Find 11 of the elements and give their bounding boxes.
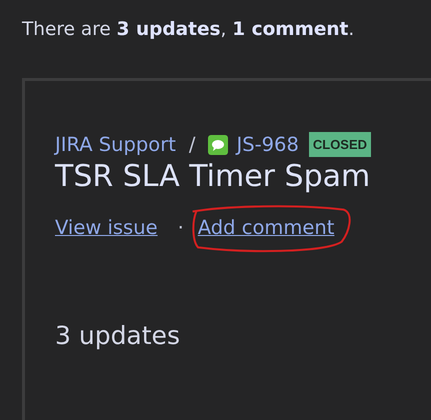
issue-title: TSR SLA Timer Spam xyxy=(55,159,372,194)
project-link[interactable]: JIRA Support xyxy=(55,133,176,156)
issue-key-link[interactable]: JS-968 xyxy=(236,133,299,156)
updates-heading: 3 updates xyxy=(55,321,181,350)
breadcrumb-separator: / xyxy=(188,133,196,156)
issue-link[interactable]: View issue xyxy=(55,216,158,239)
chat-bubble-icon xyxy=(208,134,228,154)
link-separator: · xyxy=(178,216,184,239)
status-badge: CLOSED xyxy=(308,132,372,157)
summary-text: There are 3 updates, 1 comment. xyxy=(21,18,356,40)
issue-link[interactable]: Add comment xyxy=(198,216,334,239)
